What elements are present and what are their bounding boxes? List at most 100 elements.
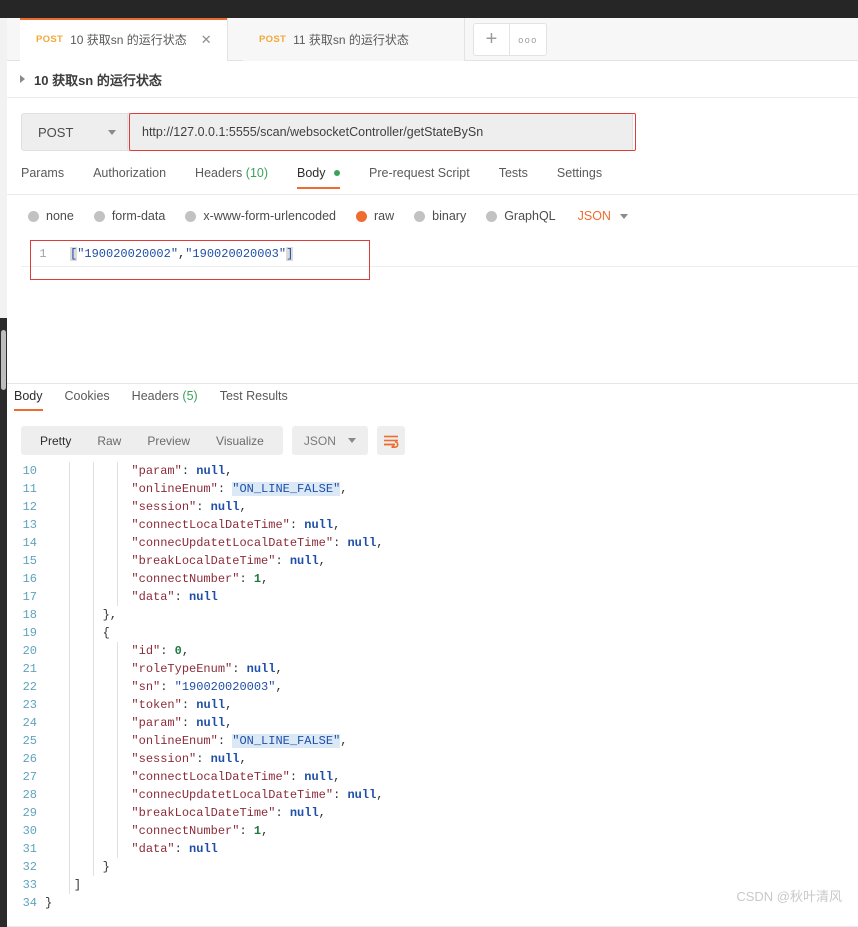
indent-guide	[69, 786, 70, 804]
indent-guide	[69, 480, 70, 498]
tab-pre-request-script[interactable]: Pre-request Script	[369, 166, 470, 189]
indent-guide	[93, 498, 94, 516]
tab-tests[interactable]: Tests	[499, 166, 528, 189]
json-comma: ,	[181, 644, 190, 658]
url-input[interactable]: http://127.0.0.1:5555/scan/websocketCont…	[128, 113, 633, 151]
json-comma: ,	[261, 824, 269, 838]
indent-guide	[117, 498, 118, 516]
request-tab-1[interactable]: POST 10 获取sn 的运行状态 ✕	[20, 18, 228, 61]
json-key: "param"	[131, 716, 182, 730]
response-code-line: 24 "param": null,	[7, 714, 858, 732]
response-tab-cookies[interactable]: Cookies	[65, 389, 110, 411]
indent-guide	[69, 876, 70, 894]
radio-icon	[414, 210, 426, 222]
json-key: "onlineEnum"	[131, 734, 218, 748]
tab-params[interactable]: Params	[21, 166, 64, 189]
response-view-mode-group: Pretty Raw Preview Visualize	[21, 426, 283, 455]
body-type-graphql[interactable]: GraphQL	[486, 209, 556, 223]
body-type-form-data[interactable]: form-data	[93, 209, 165, 223]
close-icon[interactable]: ✕	[201, 33, 212, 46]
indent-guide	[69, 750, 70, 768]
tab-authorization[interactable]: Authorization	[93, 166, 166, 189]
indent-guide	[117, 516, 118, 534]
tab-title-label: 11 获取sn 的运行状态	[293, 33, 409, 47]
window-titlebar	[0, 0, 858, 18]
indent-guide	[69, 534, 70, 552]
json-value: null	[196, 716, 226, 730]
new-tab-button[interactable]: +	[473, 23, 510, 56]
line-number: 30	[22, 824, 37, 838]
json-key: "connectNumber"	[131, 824, 240, 838]
http-method-selector[interactable]: POST	[21, 113, 128, 151]
body-type-urlencoded[interactable]: x-www-form-urlencoded	[185, 209, 336, 223]
json-comma: ,	[239, 500, 247, 514]
request-tab-bar: POST 10 获取sn 的运行状态 ✕ POST 11 获取sn 的运行状态 …	[7, 18, 858, 61]
line-number: 16	[22, 572, 37, 586]
response-format-selector[interactable]: JSON	[291, 426, 368, 455]
body-type-raw[interactable]: raw	[356, 209, 394, 223]
line-number: 20	[22, 644, 37, 658]
chevron-right-icon[interactable]	[20, 75, 25, 83]
indent-guide	[69, 840, 70, 858]
tab-title-label: 10 获取sn 的运行状态	[70, 33, 187, 47]
radio-icon	[185, 210, 197, 222]
wrap-lines-button[interactable]	[376, 426, 405, 455]
view-mode-visualize[interactable]: Visualize	[203, 434, 277, 448]
response-code-line: 10 "param": null,	[7, 462, 858, 480]
json-value: null	[347, 536, 377, 550]
response-tab-test-results[interactable]: Test Results	[220, 389, 288, 411]
line-number: 1	[39, 247, 47, 261]
tab-settings[interactable]: Settings	[557, 166, 602, 189]
json-separator: :	[217, 482, 233, 496]
indent-guide	[117, 462, 118, 480]
response-tab-body[interactable]: Body	[14, 389, 43, 411]
json-separator: :	[196, 500, 211, 514]
response-code-line: 34}	[7, 894, 858, 912]
request-tabs-divider	[7, 194, 858, 195]
tab-headers[interactable]: Headers (10)	[195, 166, 268, 189]
indent-guide	[69, 696, 70, 714]
response-body-viewer[interactable]: 10 "param": null, 11 "onlineEnum": "ON_LI…	[7, 462, 858, 927]
response-tab-headers[interactable]: Headers (5)	[132, 389, 198, 411]
view-mode-preview[interactable]: Preview	[134, 434, 203, 448]
body-value-2: "190020020003"	[185, 247, 287, 261]
tab-body[interactable]: Body	[297, 166, 340, 189]
indent-guide	[69, 858, 70, 876]
watermark: CSDN @秋叶清风	[736, 889, 842, 904]
line-number: 19	[22, 626, 37, 640]
indent-guide	[93, 714, 94, 732]
indent-guide	[69, 606, 70, 624]
request-tab-2[interactable]: POST 11 获取sn 的运行状态	[243, 18, 465, 61]
body-type-none[interactable]: none	[28, 209, 74, 223]
json-separator: :	[174, 590, 190, 604]
json-brace: },	[102, 608, 118, 622]
tab-options-button[interactable]: ooo	[510, 23, 547, 56]
response-code-line: 13 "connectLocalDateTime": null,	[7, 516, 858, 534]
body-format-selector[interactable]: JSON	[578, 209, 628, 223]
response-code-line: 18 },	[7, 606, 858, 624]
json-separator: :	[232, 662, 247, 676]
sidebar-scrollbar[interactable]	[1, 330, 6, 390]
indent-guide	[69, 588, 70, 606]
response-code-line: 23 "token": null,	[7, 696, 858, 714]
json-separator: :	[181, 464, 197, 478]
indent-guide	[93, 588, 94, 606]
json-value: null	[289, 554, 319, 568]
body-type-binary[interactable]: binary	[414, 209, 466, 223]
line-number: 12	[22, 500, 37, 514]
json-value: null	[289, 806, 319, 820]
line-number: 15	[22, 554, 37, 568]
indent-guide	[117, 804, 118, 822]
json-key: "data"	[131, 590, 175, 604]
view-mode-pretty[interactable]: Pretty	[27, 434, 84, 448]
view-mode-raw[interactable]: Raw	[84, 434, 134, 448]
indent-guide	[69, 804, 70, 822]
